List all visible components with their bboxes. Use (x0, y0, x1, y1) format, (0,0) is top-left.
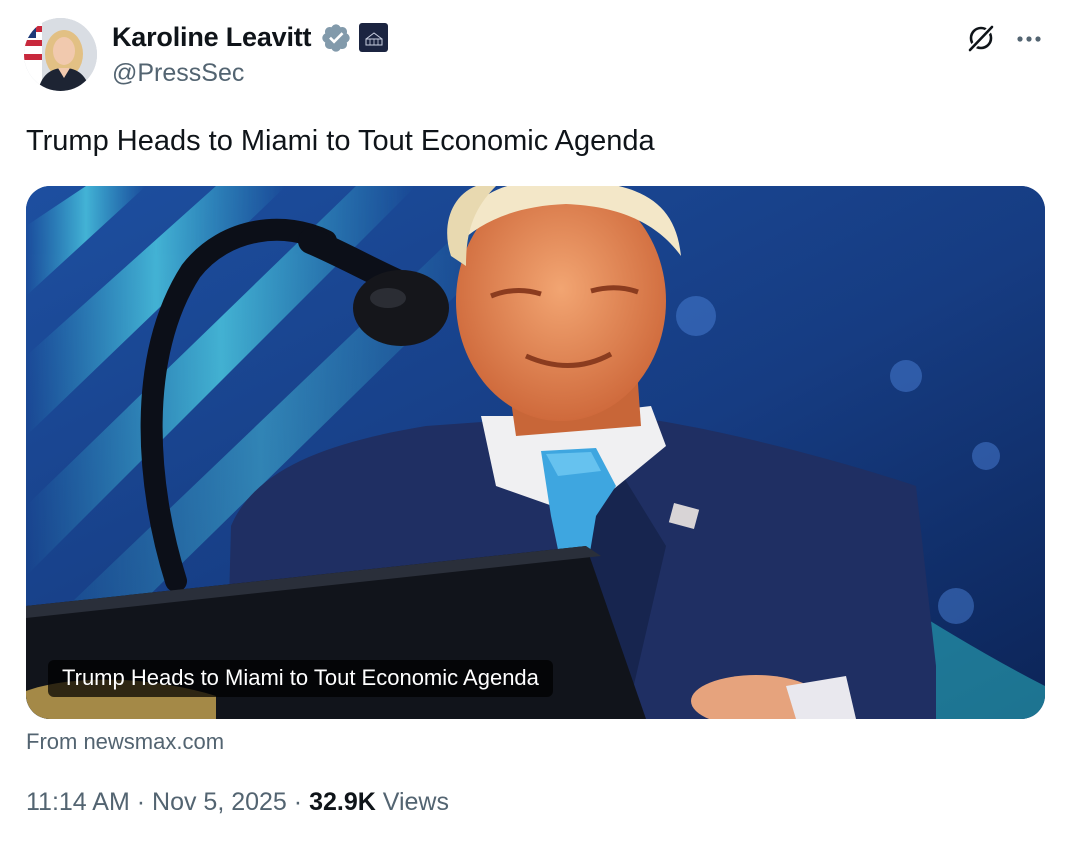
tweet-time[interactable]: 11:14 AM (26, 788, 130, 816)
meta-separator: · (136, 788, 146, 816)
white-house-badge-icon[interactable] (359, 23, 388, 52)
author-handle[interactable]: @PressSec (112, 58, 244, 88)
card-source-link[interactable]: From newsmax.com (26, 728, 224, 756)
author-display-name[interactable]: Karoline Leavitt (112, 20, 312, 54)
views-count[interactable]: 32.9K (309, 788, 376, 816)
tweet-date[interactable]: Nov 5, 2025 (152, 788, 287, 816)
card-caption: Trump Heads to Miami to Tout Economic Ag… (48, 660, 553, 697)
views-label: Views (382, 788, 449, 816)
more-horizontal-icon[interactable] (1012, 22, 1046, 56)
link-card[interactable]: Trump Heads to Miami to Tout Economic Ag… (26, 186, 1045, 719)
tweet-text: Trump Heads to Miami to Tout Economic Ag… (26, 125, 655, 157)
grok-icon[interactable] (962, 19, 1000, 57)
meta-separator-2: · (293, 788, 303, 816)
tweet-meta: 11:14 AM · Nov 5, 2025 · 32.9K Views (26, 786, 449, 818)
avatar[interactable] (24, 18, 97, 91)
verified-badge-icon[interactable] (320, 22, 352, 54)
card-image (26, 186, 1045, 719)
avatar-photo (24, 18, 97, 91)
